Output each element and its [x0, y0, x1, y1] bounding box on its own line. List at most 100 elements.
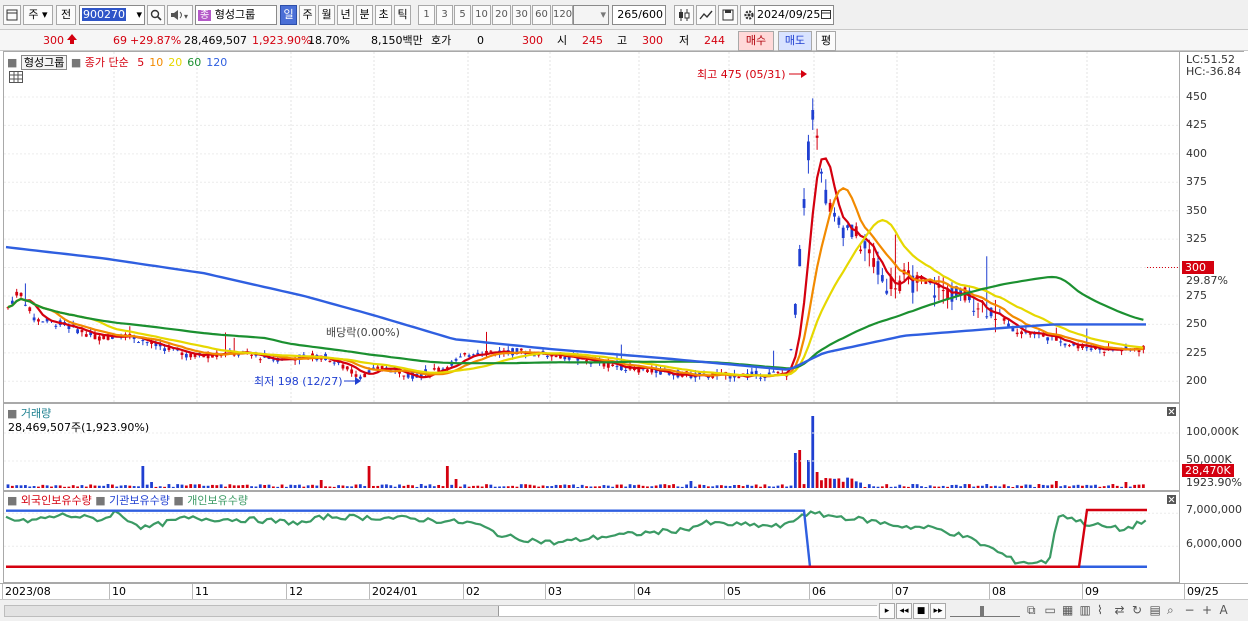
- bar-count-field[interactable]: 265/600: [612, 5, 666, 25]
- date-tick-label: 02: [466, 585, 480, 598]
- volume-bar: [894, 486, 897, 488]
- split-icon[interactable]: ▥: [1080, 603, 1091, 617]
- volume-bar: [933, 486, 936, 488]
- interval-button-3[interactable]: 3: [436, 5, 453, 25]
- date-gridline: [724, 584, 725, 599]
- zoom-slider-handle[interactable]: [980, 606, 984, 617]
- compare-icon[interactable]: ⇄: [1115, 603, 1125, 617]
- market-select[interactable]: 주 ▾: [23, 5, 53, 25]
- candle-body: [463, 353, 467, 355]
- candle-body: [459, 356, 462, 358]
- nav-button[interactable]: ▸▸: [930, 603, 946, 619]
- tab-period-4[interactable]: 분: [356, 5, 373, 25]
- volume-bar: [659, 484, 662, 488]
- window-menu-icon[interactable]: [3, 5, 21, 25]
- candle-body: [1002, 318, 1006, 321]
- interval-button-1[interactable]: 1: [418, 5, 435, 25]
- view-select[interactable]: 전: [56, 5, 76, 25]
- volume-bar: [1141, 484, 1145, 488]
- ma-legend-5[interactable]: 5: [137, 56, 144, 69]
- draw-icon[interactable]: ⌇: [1097, 603, 1103, 617]
- candle-type-icon[interactable]: [674, 5, 694, 25]
- table-icon[interactable]: [9, 71, 23, 86]
- text-icon[interactable]: A: [1220, 603, 1228, 617]
- volume-bar: [167, 484, 171, 488]
- volume-bar: [728, 486, 732, 488]
- interval-button-10[interactable]: 10: [472, 5, 491, 25]
- institution-holdings-label[interactable]: 기관보유수량: [109, 494, 170, 507]
- foreign-holdings-label[interactable]: 외국인보유수량: [21, 494, 92, 507]
- price-legend: ■ 형성그룹 ■ 종가 단순 5 10 20 60 120: [7, 55, 228, 70]
- volume-bar: [511, 485, 514, 488]
- save-icon[interactable]: [718, 5, 738, 25]
- candle-body: [1063, 343, 1067, 346]
- chevron-down-icon[interactable]: ▾: [136, 6, 142, 24]
- nav-button[interactable]: ▸: [879, 603, 895, 619]
- stock-legend-label[interactable]: 형성그룹: [20, 55, 68, 70]
- volume-bar: [24, 485, 27, 488]
- ma-legend-10[interactable]: 10: [149, 56, 163, 69]
- tab-period-5[interactable]: 초: [375, 5, 392, 25]
- sound-icon[interactable]: ▾: [167, 5, 193, 25]
- ma-legend-120[interactable]: 120: [206, 56, 227, 69]
- search-icon[interactable]: [147, 5, 165, 25]
- date-input[interactable]: 2024/09/25: [754, 5, 834, 25]
- horizontal-scrollbar[interactable]: [4, 605, 878, 617]
- tab-period-2[interactable]: 월: [318, 5, 335, 25]
- tab-period-0[interactable]: 일: [280, 5, 297, 25]
- date-tick-label: 2023/08: [5, 585, 51, 598]
- volume-bar: [633, 485, 636, 488]
- copy-icon[interactable]: ⧉: [1027, 603, 1036, 618]
- tab-period-6[interactable]: 틱: [394, 5, 411, 25]
- buy-button[interactable]: 매수: [738, 31, 774, 51]
- tab-period-3[interactable]: 년: [337, 5, 354, 25]
- ma-legend-label[interactable]: 종가 단순: [85, 56, 129, 69]
- volume-bar: [1111, 484, 1115, 488]
- volume-bar: [50, 486, 53, 488]
- grid-icon[interactable]: ▦: [1062, 603, 1073, 617]
- refresh-icon[interactable]: ↻: [1132, 603, 1142, 617]
- eval-button[interactable]: 평: [816, 31, 836, 51]
- ma-legend-60[interactable]: 60: [187, 56, 201, 69]
- individual-holdings-label[interactable]: 개인보유수량: [187, 494, 248, 507]
- stock-code-input[interactable]: 900270 ▾: [79, 5, 145, 25]
- interval-button-120[interactable]: 120: [552, 5, 573, 25]
- volume-bar: [780, 484, 784, 488]
- tab-period-1[interactable]: 주: [299, 5, 316, 25]
- interval-custom-input[interactable]: ▾: [573, 5, 609, 25]
- nav-button[interactable]: ◂◂: [896, 603, 912, 619]
- price-tick-label: 225: [1186, 345, 1207, 359]
- calendar-icon[interactable]: [821, 6, 831, 24]
- volume-bar: [424, 485, 427, 488]
- candle-body: [846, 225, 849, 228]
- zoom-search-icon[interactable]: ⌕: [1167, 603, 1174, 618]
- stock-name-field[interactable]: 종 형성그룹: [195, 5, 277, 25]
- candle-body: [772, 371, 775, 373]
- trend-tool-icon[interactable]: [696, 5, 716, 25]
- volume-bar: [646, 486, 649, 488]
- zoom-out-icon[interactable]: −: [1185, 603, 1195, 617]
- sell-button[interactable]: 매도: [778, 31, 812, 51]
- date-gridline: [545, 584, 546, 599]
- layout-icon[interactable]: ▭: [1045, 603, 1056, 617]
- scrollbar-thumb[interactable]: [498, 606, 878, 616]
- candle-body: [807, 141, 810, 161]
- interval-button-20[interactable]: 20: [492, 5, 511, 25]
- volume-bar: [215, 485, 219, 488]
- quote-bar: 300 69 +29.87% 28,469,507 1,923.90% 18.7…: [0, 30, 1248, 51]
- interval-button-30[interactable]: 30: [512, 5, 531, 25]
- volume-bar: [411, 485, 414, 488]
- chart-icon[interactable]: ▤: [1150, 603, 1161, 617]
- volume-bar: [363, 485, 367, 488]
- nav-button[interactable]: ■: [913, 603, 929, 619]
- ma-legend-20[interactable]: 20: [168, 56, 182, 69]
- close-panel-icon[interactable]: [1167, 494, 1176, 507]
- interval-button-5[interactable]: 5: [454, 5, 471, 25]
- close-panel-icon[interactable]: [1167, 406, 1176, 419]
- volume-bar: [1072, 485, 1076, 488]
- volume-bar: [184, 485, 188, 488]
- volume-bar: [45, 485, 49, 488]
- zoom-in-icon[interactable]: +: [1202, 603, 1212, 617]
- interval-button-60[interactable]: 60: [532, 5, 551, 25]
- zoom-slider[interactable]: [950, 605, 1020, 617]
